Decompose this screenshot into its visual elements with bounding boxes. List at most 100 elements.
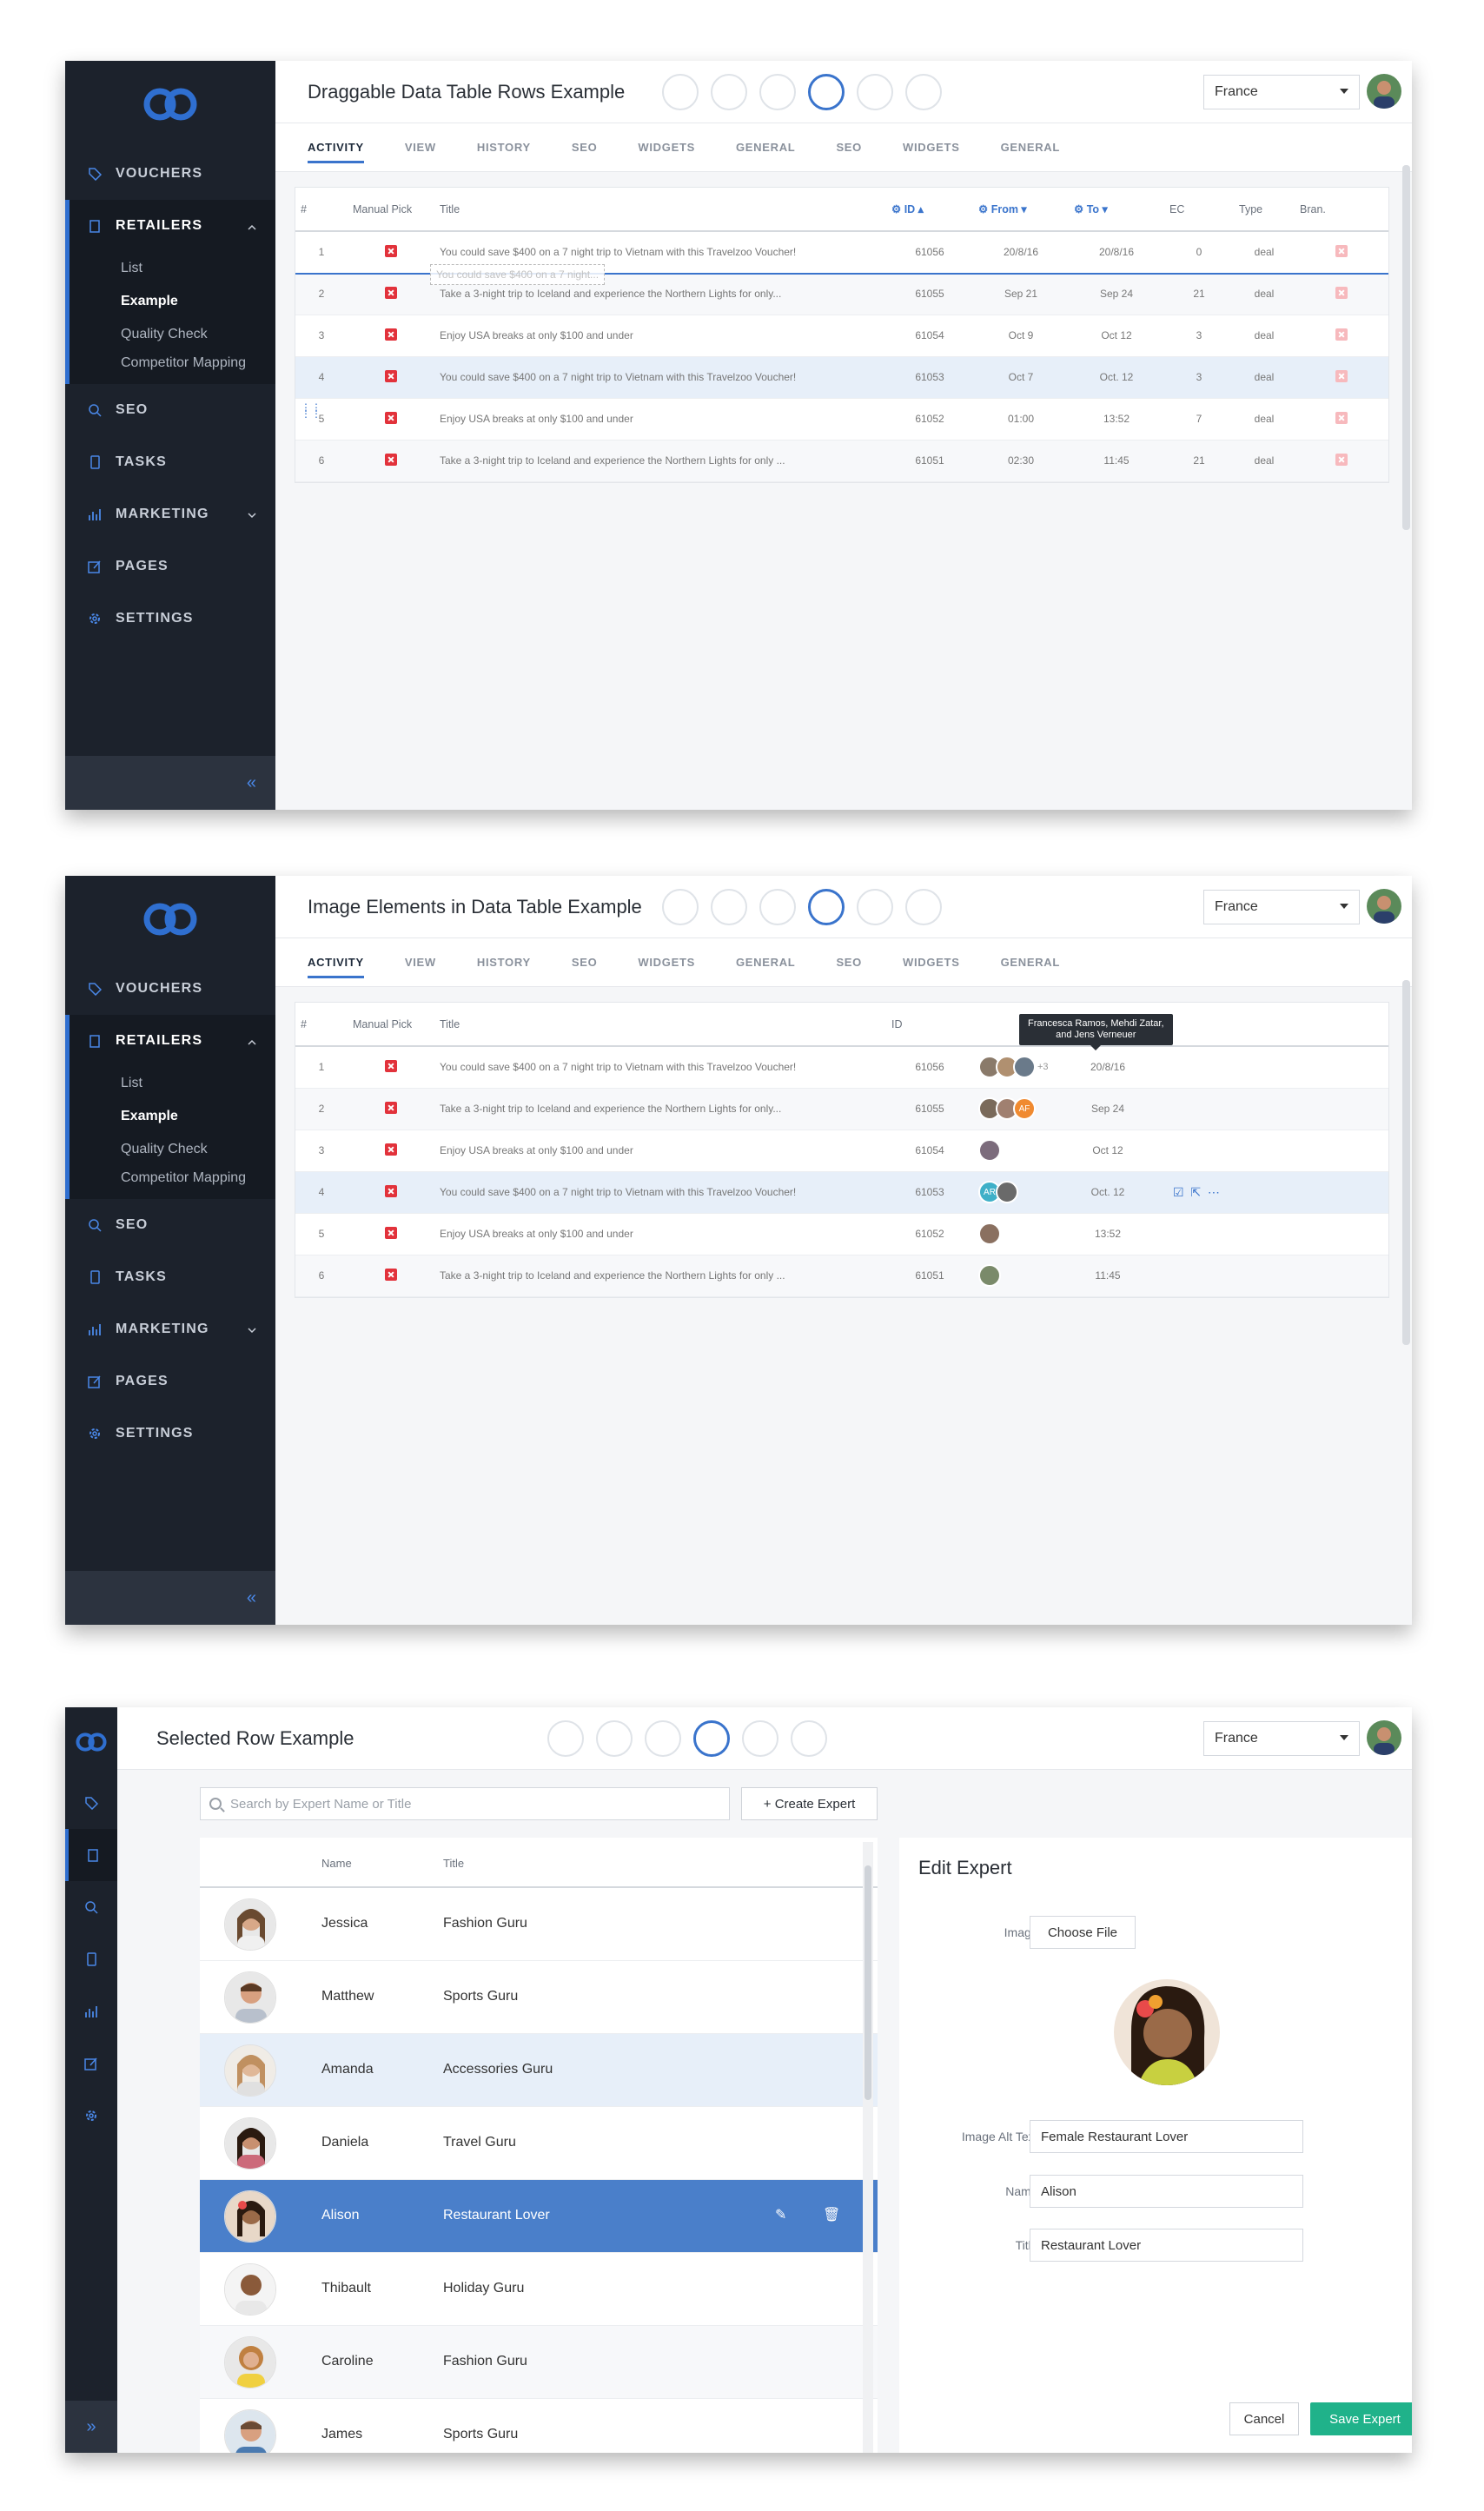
step-circle[interactable]: [791, 1719, 827, 1757]
cancel-button[interactable]: Cancel: [1229, 2402, 1299, 2435]
country-select[interactable]: France: [1203, 1721, 1360, 1756]
remove-pick-icon[interactable]: [385, 369, 397, 382]
edit-icon[interactable]: ✎: [775, 2206, 786, 2223]
sidebar-sub-example[interactable]: Example: [70, 1100, 275, 1133]
app-logo[interactable]: [65, 876, 275, 963]
tab-view[interactable]: VIEW: [405, 938, 436, 987]
remove-pick-icon[interactable]: [385, 328, 397, 341]
expert-row[interactable]: Daniela Travel Guru: [200, 2107, 878, 2180]
external-link-icon[interactable]: ⇱: [1190, 1185, 1201, 1199]
expert-row[interactable]: Caroline Fashion Guru: [200, 2326, 878, 2399]
sidebar-item-retailers[interactable]: [65, 1829, 117, 1881]
user-avatar[interactable]: [1367, 889, 1401, 924]
country-select[interactable]: France: [1203, 75, 1360, 109]
step-circle-current[interactable]: [808, 888, 845, 925]
app-logo[interactable]: [65, 61, 275, 148]
sidebar-sub-quality-check[interactable]: Quality Check: [70, 318, 275, 351]
step-circle-current[interactable]: [693, 1719, 730, 1757]
table-row[interactable]: 6 Take a 3-night trip to Iceland and expe…: [295, 440, 1388, 482]
table-row[interactable]: 5 Enjoy USA breaks at only $100 and under…: [295, 1213, 1388, 1256]
sidebar-item-tasks[interactable]: TASKS: [65, 436, 275, 488]
table-row[interactable]: 2 Take a 3-night trip to Iceland and expe…: [295, 1088, 1388, 1130]
more-icon[interactable]: ⋯: [1208, 1185, 1220, 1199]
brand-remove-icon[interactable]: [1335, 328, 1348, 341]
collapse-sidebar-button[interactable]: «: [65, 1571, 275, 1625]
col-header-id[interactable]: ⚙ ID ▴: [886, 188, 973, 232]
tab-general-2[interactable]: GENERAL: [1001, 938, 1060, 987]
table-row[interactable]: 5 Enjoy USA breaks at only $100 and under…: [295, 398, 1388, 441]
tab-widgets[interactable]: WIDGETS: [638, 123, 695, 172]
alt-text-input[interactable]: Female Restaurant Lover: [1030, 2120, 1303, 2153]
sidebar-item-settings[interactable]: [65, 2090, 117, 2142]
sidebar-item-seo[interactable]: SEO: [65, 384, 275, 436]
step-circle[interactable]: [711, 73, 747, 110]
sidebar-sub-competitor-mapping[interactable]: Competitor Mapping: [70, 351, 275, 384]
sidebar-item-settings[interactable]: SETTINGS: [65, 1408, 275, 1460]
remove-pick-icon[interactable]: [385, 453, 397, 466]
expand-sidebar-button[interactable]: »: [65, 2401, 117, 2453]
expert-row[interactable]: James Sports Guru: [200, 2399, 878, 2453]
table-row[interactable]: 1 You could save $400 on a 7 night trip t…: [295, 1046, 1388, 1089]
sidebar-item-vouchers[interactable]: VOUCHERS: [65, 963, 275, 1015]
sidebar-item-retailers[interactable]: RETAILERS: [70, 200, 275, 252]
remove-pick-icon[interactable]: [385, 1143, 397, 1156]
col-header-to[interactable]: ⚙ To ▾: [1069, 188, 1164, 232]
tab-general[interactable]: GENERAL: [736, 938, 795, 987]
sidebar-item-pages[interactable]: [65, 2037, 117, 2090]
step-circle[interactable]: [759, 888, 796, 925]
tab-general-2[interactable]: GENERAL: [1001, 123, 1060, 172]
sidebar-item-marketing[interactable]: MARKETING: [65, 488, 275, 540]
choose-file-button[interactable]: Choose File: [1030, 1916, 1136, 1949]
table-row[interactable]: 3 Enjoy USA breaks at only $100 and under…: [295, 1130, 1388, 1172]
step-circle[interactable]: [662, 73, 699, 110]
sidebar-item-marketing[interactable]: [65, 1985, 117, 2037]
app-logo[interactable]: [65, 1707, 117, 1777]
person-avatar[interactable]: [978, 1264, 1001, 1287]
tab-history[interactable]: HISTORY: [477, 938, 531, 987]
expert-search-input[interactable]: Search by Expert Name or Title: [200, 1787, 730, 1820]
step-circle[interactable]: [711, 888, 747, 925]
title-input[interactable]: Restaurant Lover: [1030, 2229, 1303, 2262]
step-circle[interactable]: [742, 1719, 778, 1757]
scrollbar[interactable]: [1402, 980, 1410, 1345]
step-circle[interactable]: [662, 888, 699, 925]
step-circle[interactable]: [905, 888, 942, 925]
sidebar-sub-quality-check[interactable]: Quality Check: [70, 1133, 275, 1166]
brand-remove-icon[interactable]: [1335, 286, 1348, 299]
sidebar-item-seo[interactable]: [65, 1881, 117, 1933]
scrollbar[interactable]: [865, 1865, 871, 2100]
expert-row-selected[interactable]: Alison Restaurant Lover ✎ 🗑: [200, 2180, 878, 2253]
step-circle-current[interactable]: [808, 73, 845, 110]
tab-activity[interactable]: ACTIVITY: [308, 123, 364, 172]
create-expert-button[interactable]: + Create Expert: [741, 1787, 878, 1820]
tab-widgets[interactable]: WIDGETS: [638, 938, 695, 987]
user-avatar[interactable]: [1367, 74, 1401, 109]
remove-pick-icon[interactable]: [385, 411, 397, 424]
table-row[interactable]: 6 Take a 3-night trip to Iceland and expe…: [295, 1255, 1388, 1297]
scrollbar[interactable]: [1402, 165, 1410, 530]
step-circle[interactable]: [857, 888, 893, 925]
tab-general[interactable]: GENERAL: [736, 123, 795, 172]
initials-avatar[interactable]: AF: [1013, 1097, 1036, 1120]
brand-remove-icon[interactable]: [1335, 453, 1348, 466]
expert-row-hovered[interactable]: Amanda Accessories Guru: [200, 2034, 878, 2107]
table-row[interactable]: 3 Enjoy USA breaks at only $100 and under…: [295, 315, 1388, 357]
table-row-dragging[interactable]: 4 You could save $400 on a 7 night trip t…: [295, 356, 1388, 399]
person-avatar[interactable]: [1013, 1056, 1036, 1079]
trash-icon[interactable]: 🗑: [823, 2206, 840, 2223]
person-avatar[interactable]: [978, 1139, 1001, 1162]
step-circle[interactable]: [857, 73, 893, 110]
remove-pick-icon[interactable]: [385, 1101, 397, 1114]
step-circle[interactable]: [547, 1719, 584, 1757]
more-count[interactable]: +3: [1037, 1062, 1049, 1072]
sidebar-item-pages[interactable]: PAGES: [65, 540, 275, 593]
person-avatar[interactable]: [978, 1222, 1001, 1245]
remove-pick-icon[interactable]: [385, 286, 397, 299]
remove-pick-icon[interactable]: [385, 244, 397, 257]
checklist-icon[interactable]: ☑: [1173, 1185, 1184, 1199]
expert-row[interactable]: Thibault Holiday Guru: [200, 2253, 878, 2326]
expert-row[interactable]: Jessica Fashion Guru: [200, 1888, 878, 1961]
brand-remove-icon[interactable]: [1335, 411, 1348, 424]
sidebar-item-tasks[interactable]: [65, 1933, 117, 1985]
person-avatar[interactable]: [996, 1181, 1018, 1203]
